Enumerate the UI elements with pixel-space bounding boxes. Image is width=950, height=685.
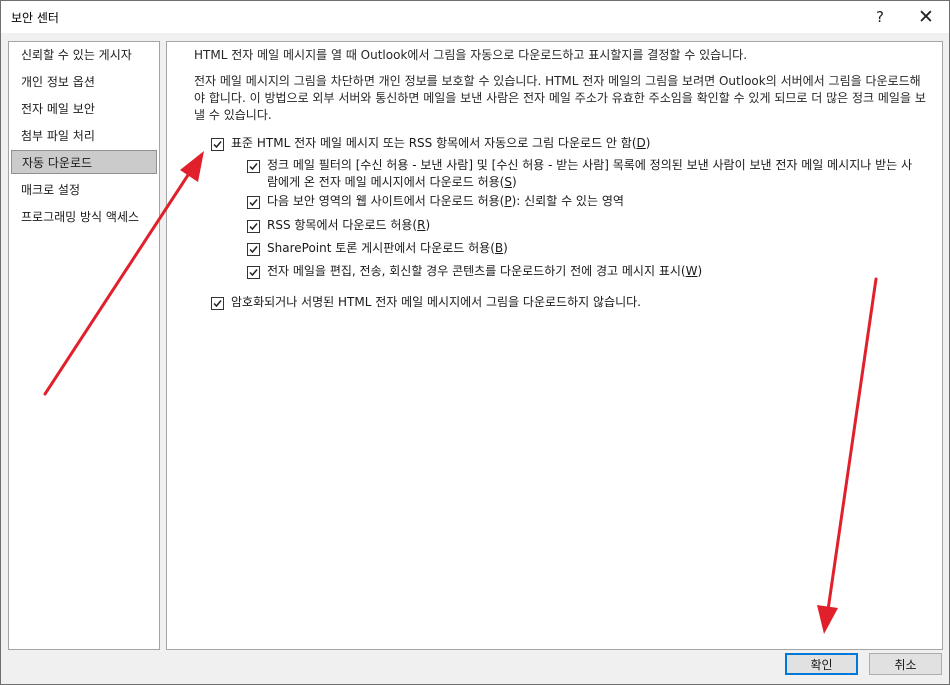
access-key: S — [504, 175, 512, 189]
cancel-button[interactable]: 취소 — [869, 653, 942, 675]
sidebar-item-programmatic-access[interactable]: 프로그래밍 방식 액세스 — [11, 205, 157, 229]
close-button[interactable]: ✕ — [913, 5, 939, 29]
option-encrypted-messages[interactable]: 암호화되거나 서명된 HTML 전자 메일 메시지에서 그림을 다운로드하지 않… — [211, 294, 641, 311]
trust-center-dialog: 보안 센터 ? ✕ 신뢰할 수 있는 게시자 개인 정보 옵션 전자 메일 보안… — [0, 0, 950, 685]
checkbox-junk-filter[interactable] — [247, 160, 260, 173]
checkbox-rss[interactable] — [247, 220, 260, 233]
option-label: RSS 항목에서 다운로드 허용 — [267, 218, 413, 232]
sidebar-item-attachment-handling[interactable]: 첨부 파일 처리 — [11, 124, 157, 148]
option-label: 암호화되거나 서명된 HTML 전자 메일 메시지에서 그림을 다운로드하지 않… — [231, 295, 641, 309]
option-rss[interactable]: RSS 항목에서 다운로드 허용(R) — [247, 217, 430, 234]
dialog-title: 보안 센터 — [11, 11, 59, 25]
access-key: B — [494, 241, 504, 255]
option-label: SharePoint 토론 게시판에서 다운로드 허용 — [267, 241, 491, 255]
intro-text: HTML 전자 메일 메시지를 열 때 Outlook에서 그림을 자동으로 다… — [194, 48, 748, 62]
sidebar-item-trusted-publishers[interactable]: 신뢰할 수 있는 게시자 — [11, 43, 157, 67]
checkmark-icon — [213, 141, 222, 149]
sidebar-item-automatic-download[interactable]: 자동 다운로드 — [11, 150, 157, 174]
access-key: W — [685, 264, 698, 278]
checkbox-sharepoint[interactable] — [247, 243, 260, 256]
checkbox-encrypted-messages[interactable] — [211, 297, 224, 310]
option-security-zone[interactable]: 다음 보안 영역의 웹 사이트에서 다운로드 허용(P): 신뢰할 수 있는 영… — [247, 193, 624, 210]
ok-button[interactable]: 확인 — [785, 653, 858, 675]
option-label: 정크 메일 필터의 [수신 허용 - 보낸 사람] 및 [수신 허용 - 받는 … — [267, 158, 913, 189]
zone-name: : 신뢰할 수 있는 영역 — [516, 194, 624, 208]
checkmark-icon — [249, 223, 258, 231]
access-key: R — [417, 218, 426, 232]
option-sharepoint[interactable]: SharePoint 토론 게시판에서 다운로드 허용(B) — [247, 240, 508, 257]
checkmark-icon — [249, 163, 258, 171]
checkmark-icon — [249, 246, 258, 254]
checkmark-icon — [249, 199, 258, 207]
help-button[interactable]: ? — [867, 5, 893, 29]
checkbox-no-auto-download[interactable] — [211, 138, 224, 151]
description-text: 전자 메일 메시지의 그림을 차단하면 개인 정보를 보호할 수 있습니다. H… — [194, 74, 926, 122]
option-label: 표준 HTML 전자 메일 메시지 또는 RSS 항목에서 자동으로 그림 다운… — [231, 136, 632, 150]
settings-panel: HTML 전자 메일 메시지를 열 때 Outlook에서 그림을 자동으로 다… — [166, 41, 943, 650]
access-key: D — [636, 136, 646, 150]
sidebar-item-privacy-options[interactable]: 개인 정보 옵션 — [11, 70, 157, 94]
option-junk-filter[interactable]: 정크 메일 필터의 [수신 허용 - 보낸 사람] 및 [수신 허용 - 받는 … — [247, 157, 917, 191]
option-label: 다음 보안 영역의 웹 사이트에서 다운로드 허용 — [267, 194, 500, 208]
access-key: P — [504, 194, 512, 208]
sidebar-nav: 신뢰할 수 있는 게시자 개인 정보 옵션 전자 메일 보안 첨부 파일 처리 … — [8, 41, 160, 650]
checkmark-icon — [213, 300, 222, 308]
option-no-auto-download[interactable]: 표준 HTML 전자 메일 메시지 또는 RSS 항목에서 자동으로 그림 다운… — [211, 135, 650, 152]
sidebar-item-macro-settings[interactable]: 매크로 설정 — [11, 178, 157, 202]
title-bar: 보안 센터 ? ✕ — [1, 1, 949, 33]
checkbox-warn-before-download[interactable] — [247, 266, 260, 279]
checkmark-icon — [249, 269, 258, 277]
option-warn-before-download[interactable]: 전자 메일을 편집, 전송, 회신할 경우 콘텐츠를 다운로드하기 전에 경고 … — [247, 263, 702, 280]
sidebar-item-email-security[interactable]: 전자 메일 보안 — [11, 97, 157, 121]
option-label: 전자 메일을 편집, 전송, 회신할 경우 콘텐츠를 다운로드하기 전에 경고 … — [267, 264, 681, 278]
checkbox-security-zone[interactable] — [247, 196, 260, 209]
